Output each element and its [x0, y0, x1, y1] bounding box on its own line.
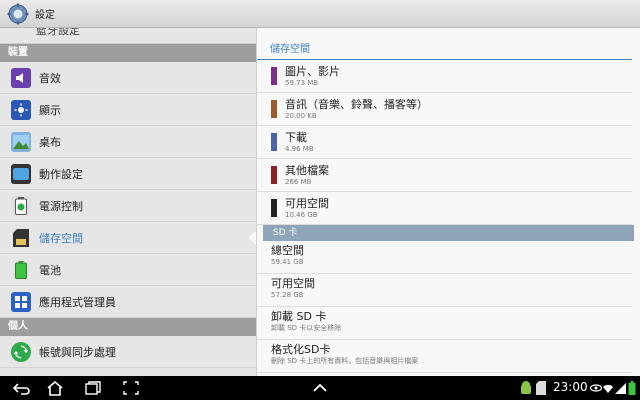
sidebar-item-label: 電源控制 — [39, 199, 83, 213]
section-header-personal: 個人 — [0, 318, 256, 336]
color-swatch — [271, 133, 277, 151]
color-swatch — [271, 166, 277, 184]
row-title: 其他檔案 — [285, 163, 329, 177]
color-swatch — [271, 67, 277, 85]
sd-card-icon — [11, 228, 31, 248]
storage-row-audio[interactable]: 音訊（音樂、鈴聲、播客等） 20.00 KB — [257, 93, 632, 126]
row-size: 20.00 KB — [285, 111, 317, 120]
android-icon — [521, 381, 531, 394]
speaker-icon — [11, 67, 31, 88]
back-icon[interactable] — [12, 380, 30, 396]
sidebar-item-label: 儲存空間 — [39, 231, 83, 245]
sidebar-item-label: 帳號與同步處理 — [39, 345, 116, 359]
row-title: 可用空間 — [271, 277, 315, 290]
sd-card-notification-icon — [536, 381, 546, 395]
sidebar-item-battery[interactable]: 電池 — [0, 254, 256, 286]
settings-gear-icon[interactable] — [7, 3, 29, 25]
storage-row-misc-files[interactable]: 其他檔案 266 MB — [257, 159, 632, 192]
system-navigation-bar: 23:00 — [0, 376, 640, 400]
display-icon — [11, 99, 31, 120]
home-icon[interactable] — [46, 380, 64, 396]
sidebar-item-power-saving[interactable]: 電源控制 — [0, 190, 256, 222]
storage-row-downloads[interactable]: 下載 4.96 MB — [257, 126, 632, 159]
row-size: 266 MB — [285, 177, 312, 186]
sidebar-item-label: 電池 — [39, 263, 61, 277]
sd-row-available-space: 可用空間 57.28 GB — [257, 274, 632, 307]
color-swatch — [271, 100, 277, 118]
section-header-device: 裝置 — [0, 44, 256, 62]
wifi-icon — [603, 384, 613, 393]
sidebar-item-label: 音效 — [39, 71, 61, 85]
signal-icon — [615, 383, 626, 394]
row-title: 下載 — [285, 130, 307, 144]
sidebar-item-app-manager[interactable]: 應用程式管理員 — [0, 286, 256, 318]
sidebar-item-label: 桌布 — [39, 135, 61, 149]
app-title: 設定 — [35, 10, 55, 21]
sidebar-item-label: 應用程式管理員 — [39, 295, 116, 309]
section-header-sd-card: SD 卡 — [263, 225, 634, 241]
sidebar-item-storage[interactable]: 儲存空間 — [0, 222, 256, 254]
row-subtitle: 刪除 SD 卡上的所有資料，包括音樂與相片檔案 — [271, 357, 419, 365]
row-title: 卸載 SD 卡 — [271, 310, 327, 323]
apps-grid-icon — [11, 291, 31, 312]
sidebar-item-wallpaper[interactable]: 桌布 — [0, 126, 256, 158]
chevron-up-icon[interactable] — [311, 380, 329, 396]
sd-row-format[interactable]: 格式化SD卡 刪除 SD 卡上的所有資料，包括音樂與相片檔案 — [257, 340, 632, 373]
row-subtitle: 卸載 SD 卡以安全移除 — [271, 324, 342, 332]
power-saving-icon — [11, 195, 31, 216]
sidebar-item-label: 動作設定 — [39, 167, 83, 181]
pane-title: 儲存空間 — [257, 28, 632, 60]
row-size: 4.96 MB — [285, 144, 314, 153]
row-size: 59.73 MB — [285, 78, 319, 87]
row-title: 總空間 — [271, 244, 304, 257]
sidebar-item-display[interactable]: 顯示 — [0, 94, 256, 126]
sidebar-item-sound[interactable]: 音效 — [0, 62, 256, 94]
row-size: 10.46 GB — [285, 210, 318, 219]
battery-status-icon — [628, 381, 636, 395]
sd-row-unmount[interactable]: 卸載 SD 卡 卸載 SD 卡以安全移除 — [257, 307, 632, 340]
row-title: 音訊（音樂、鈴聲、播客等） — [285, 97, 428, 111]
storage-row-available: 可用空間 10.46 GB — [257, 192, 632, 225]
recent-apps-icon[interactable] — [84, 380, 102, 396]
row-title: 圖片、影片 — [285, 64, 340, 78]
settings-sidebar: 藍牙設定 裝置 音效 顯示 桌布 動作設定 電源控制 儲存空間 電池 應用程式管… — [0, 28, 256, 376]
title-bar: 設定 — [0, 0, 640, 28]
sidebar-item-motion[interactable]: 動作設定 — [0, 158, 256, 190]
wallpaper-icon — [11, 131, 31, 152]
color-swatch — [271, 199, 277, 217]
row-title: 格式化SD卡 — [271, 343, 331, 356]
row-title: 可用空間 — [285, 196, 329, 210]
battery-icon — [11, 260, 31, 280]
sidebar-item-bluetooth-partial[interactable]: 藍牙設定 — [0, 28, 256, 44]
storage-detail-pane: 儲存空間 圖片、影片 59.73 MB 音訊（音樂、鈴聲、播客等） 20.00 … — [256, 28, 640, 376]
row-subtitle: 57.28 GB — [271, 291, 304, 299]
motion-icon — [11, 163, 31, 184]
row-subtitle: 59.41 GB — [271, 258, 304, 266]
screenshot-icon[interactable] — [122, 380, 140, 396]
storage-row-pictures-videos[interactable]: 圖片、影片 59.73 MB — [257, 60, 632, 93]
sync-icon — [11, 341, 31, 362]
status-clock: 23:00 — [553, 380, 588, 394]
sd-row-total-space: 總空間 59.41 GB — [257, 241, 632, 274]
sidebar-item-label: 顯示 — [39, 103, 61, 117]
eye-icon — [590, 384, 602, 392]
sidebar-item-accounts-sync[interactable]: 帳號與同步處理 — [0, 336, 256, 368]
